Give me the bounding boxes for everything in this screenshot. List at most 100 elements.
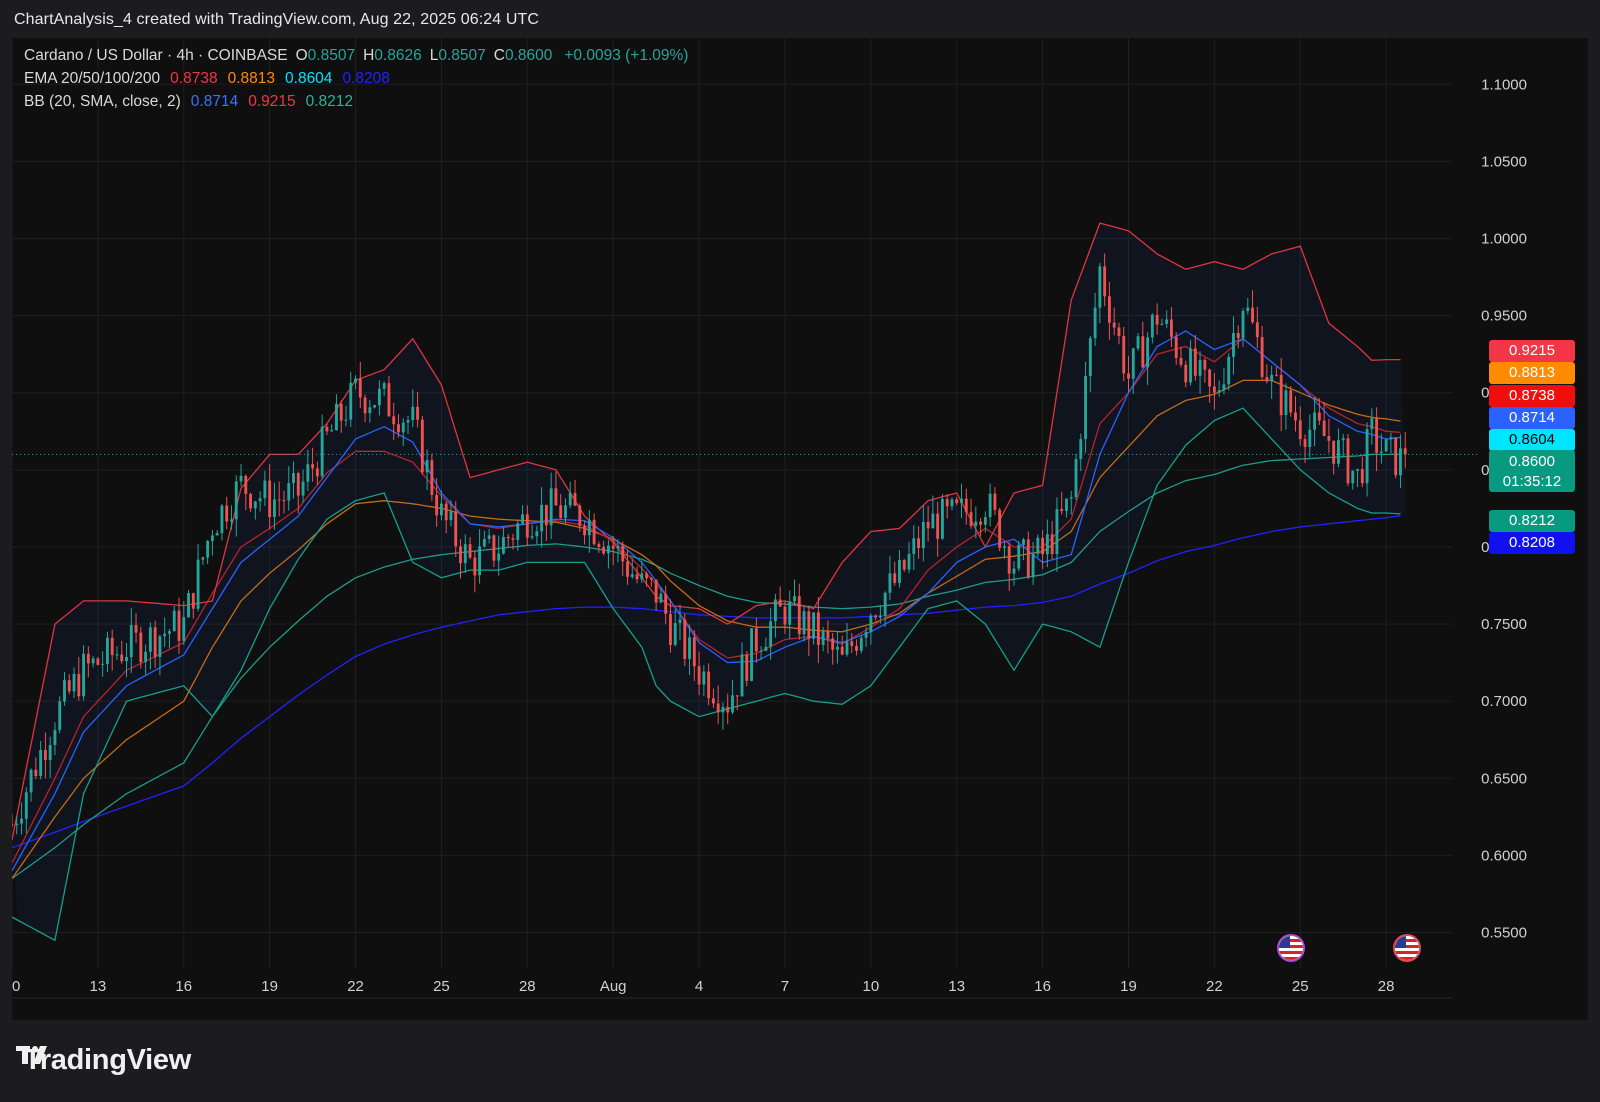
chart-panel[interactable]: 0.55000.60000.65000.70000.75000.80000.85… <box>12 38 1588 1020</box>
candle-body <box>1284 390 1288 416</box>
candle-body <box>1165 319 1169 324</box>
legend-ema[interactable]: EMA 20/50/100/200 0.8738 0.8813 0.8604 0.820… <box>24 70 396 88</box>
candle-body <box>1389 437 1393 440</box>
x-tick-label: 13 <box>948 978 965 995</box>
candle-body <box>325 426 329 432</box>
candle-body <box>1179 357 1183 365</box>
candle-body <box>893 573 897 583</box>
candle-body <box>215 533 219 536</box>
candle-body <box>788 601 792 625</box>
x-tick-label: 22 <box>347 978 364 995</box>
candle-body <box>988 493 992 518</box>
last-price-value: 0.8600 <box>1509 453 1555 470</box>
candle-body <box>244 475 248 494</box>
candle-body <box>521 514 524 524</box>
candle-body <box>940 499 944 539</box>
candle-body <box>778 599 782 607</box>
candle-body <box>287 483 291 501</box>
legend-symbol[interactable]: Cardano / US Dollar · 4h · COINBASE <box>24 47 288 64</box>
candle-body <box>1022 539 1025 545</box>
candle-body <box>1093 307 1097 339</box>
candle-body <box>320 426 324 477</box>
us-flag-icon[interactable] <box>1277 934 1305 962</box>
y-tick-label: 0.9500 <box>1481 308 1527 325</box>
candle-body <box>125 657 128 662</box>
candle-body <box>850 641 854 646</box>
candle-body <box>315 468 319 477</box>
bb-upper-value: 0.9215 <box>248 93 296 110</box>
candle-body <box>1060 509 1064 512</box>
candle-body <box>740 654 744 697</box>
candle-body <box>1322 420 1326 437</box>
y-tick-label: 1.1000 <box>1481 76 1527 93</box>
candle-body <box>96 658 100 665</box>
candle-body <box>382 383 386 389</box>
candle-body <box>783 606 787 625</box>
candle-body <box>578 505 582 526</box>
candle-body <box>1236 333 1240 339</box>
candle-body <box>105 637 109 664</box>
footer: TradingView <box>0 1020 1600 1102</box>
x-tick-label: 16 <box>175 978 192 995</box>
candle-body <box>210 535 214 542</box>
candle-body <box>1045 534 1049 555</box>
candle-body <box>34 769 38 777</box>
candle-body <box>292 473 295 484</box>
candle-body <box>1303 439 1307 447</box>
candle-body <box>1232 333 1235 357</box>
candle-body <box>1041 537 1045 555</box>
candle-body <box>936 513 940 539</box>
candle-body <box>831 638 835 650</box>
change-value: +0.0093 (+1.09%) <box>564 47 689 64</box>
candle-body <box>1341 438 1345 441</box>
candle-body <box>425 460 429 473</box>
candle-body <box>1260 337 1264 378</box>
candle-body <box>473 557 477 576</box>
h-value: 0.8626 <box>374 47 422 64</box>
candle-body <box>311 464 315 469</box>
candle-body <box>63 680 66 702</box>
candle-body <box>1050 534 1054 555</box>
tradingview-logo[interactable]: TradingView <box>16 1044 191 1077</box>
candle-body <box>1356 469 1359 471</box>
candle-body <box>1198 360 1202 376</box>
candle-body <box>1399 448 1402 476</box>
candle-body <box>1298 420 1302 440</box>
h-label: H <box>363 47 375 64</box>
candle-body <box>506 536 510 539</box>
candle-body <box>1379 451 1383 453</box>
candle-body <box>1012 568 1016 574</box>
x-tick-label: 13 <box>90 978 107 995</box>
candle-body <box>611 545 615 549</box>
candle-body <box>602 546 606 554</box>
candle-body <box>711 698 715 704</box>
candle-body <box>1375 418 1379 453</box>
bar-countdown: 01:35:12 <box>1502 473 1562 490</box>
candle-body <box>358 378 362 398</box>
candle-body <box>1313 412 1317 430</box>
candle-body <box>163 633 167 637</box>
candle-body <box>77 673 81 697</box>
candle-body <box>678 619 682 624</box>
candle-body <box>1055 509 1059 555</box>
y-tick-label: 1.0500 <box>1481 153 1527 170</box>
candle-body <box>554 488 558 506</box>
candle-body <box>91 658 95 664</box>
price-chart[interactable]: 0.55000.60000.65000.70000.75000.80000.85… <box>12 38 1588 1020</box>
x-tick-label: 7 <box>781 978 789 995</box>
candle-body <box>955 499 959 504</box>
candle-body <box>196 559 200 609</box>
candle-body <box>1079 439 1083 460</box>
ema100-value: 0.8604 <box>285 70 333 87</box>
candle-body <box>144 651 148 662</box>
candle-body <box>597 544 601 547</box>
legend-bb[interactable]: BB (20, SMA, close, 2) 0.8714 0.9215 0.8212 <box>24 93 359 111</box>
candle-body <box>626 561 629 577</box>
candle-body <box>268 480 272 518</box>
candle-body <box>258 498 262 502</box>
candle-body <box>979 521 983 525</box>
x-tick-label: Aug <box>600 978 627 995</box>
candle-body <box>354 378 357 383</box>
us-flag-icon[interactable] <box>1393 934 1421 962</box>
candle-body <box>845 641 849 655</box>
